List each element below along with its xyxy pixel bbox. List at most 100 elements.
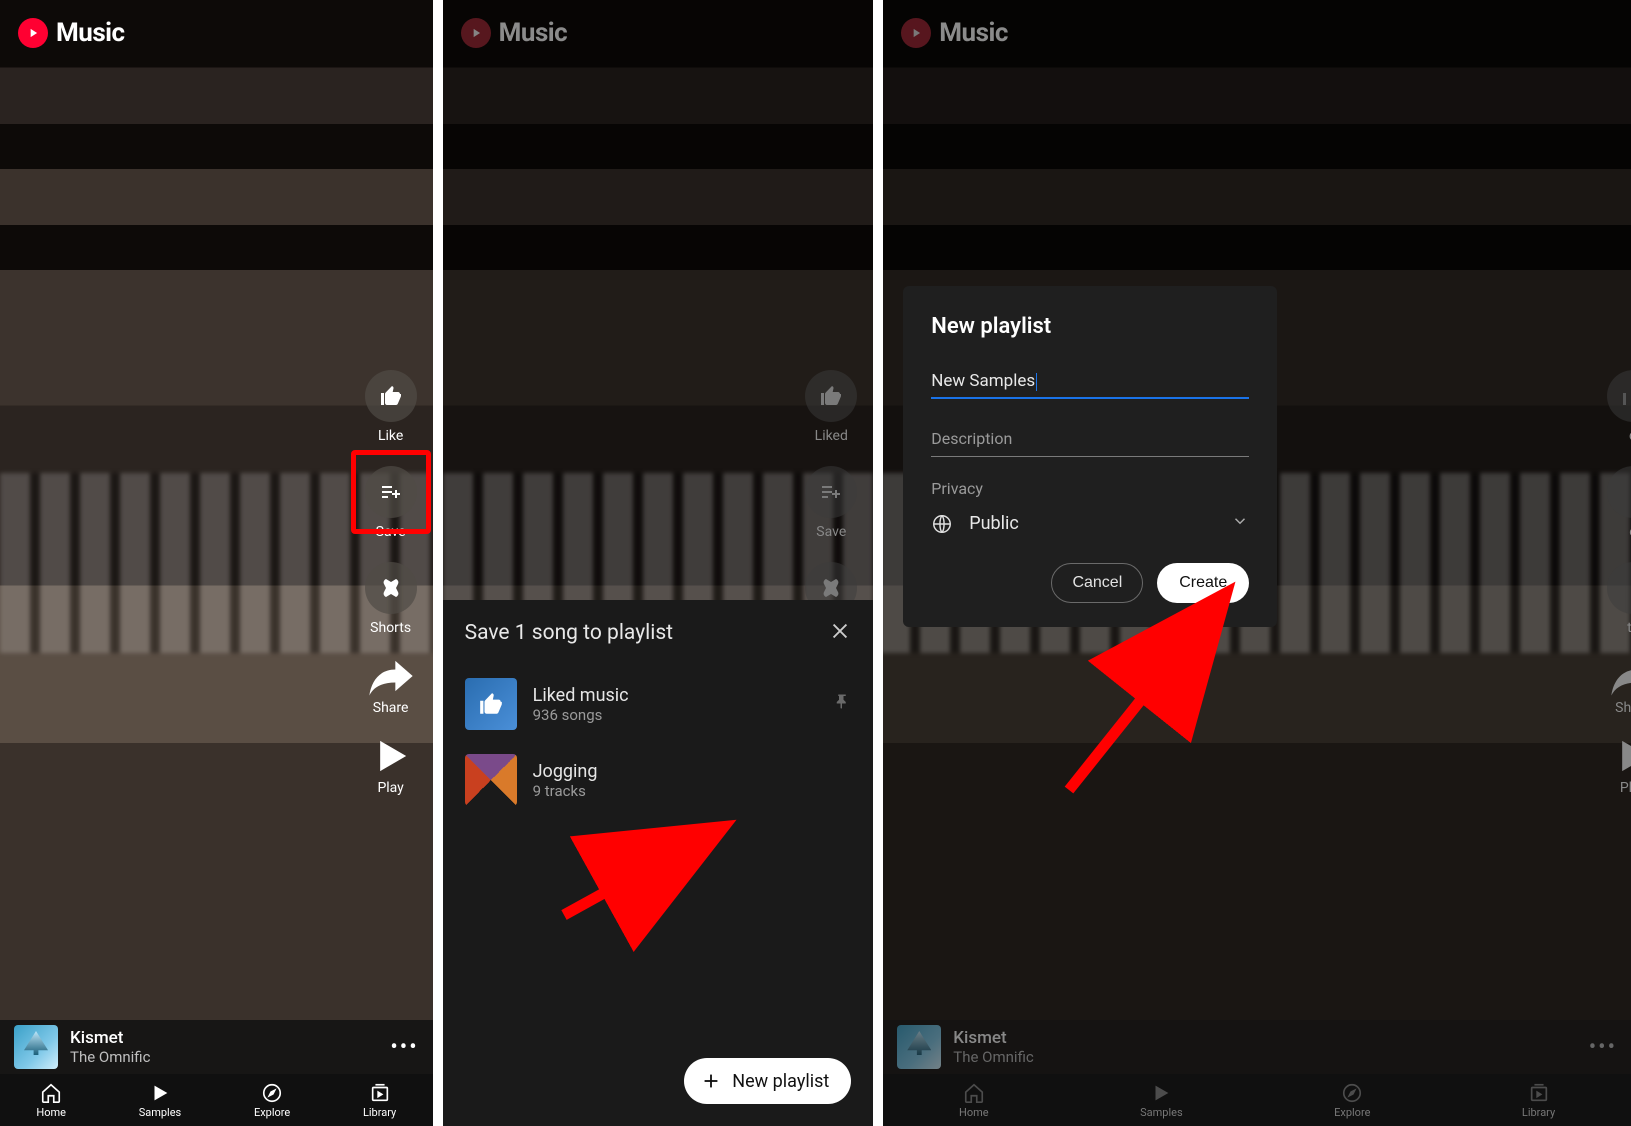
close-button[interactable] [829, 620, 851, 646]
save-button[interactable]: e [1607, 466, 1631, 540]
thumbs-up-icon [379, 384, 403, 408]
privacy-select[interactable]: Public [931, 512, 1249, 535]
now-playing-artist: The Omnific [953, 1048, 1033, 1066]
annotation-highlight-save [351, 450, 431, 534]
description-field[interactable]: Description [931, 421, 1249, 457]
chevron-down-icon [1231, 512, 1249, 535]
nav-home[interactable]: Home [36, 1082, 66, 1119]
pin-icon[interactable] [833, 693, 851, 715]
dialog-title: New playlist [931, 314, 1249, 339]
sheet-title: Save 1 song to playlist [465, 621, 673, 645]
playlist-meta: 936 songs [533, 706, 629, 724]
playlist-row-liked[interactable]: Liked music 936 songs [465, 666, 852, 742]
action-rail: d e ts Share Play [1607, 370, 1631, 796]
app-title: Music [56, 18, 125, 48]
bottom-nav: Home Samples Explore Library [883, 1074, 1631, 1126]
samples-icon [1150, 1082, 1172, 1104]
compass-icon [1341, 1082, 1363, 1104]
nav-library[interactable]: Library [1522, 1082, 1555, 1119]
screen-1: Music Like Save Shorts Share Play Kismet… [0, 0, 433, 1126]
nav-explore-label: Explore [1334, 1106, 1370, 1119]
bottom-nav: Home Samples Explore Library [0, 1074, 433, 1126]
app-logo-icon [461, 18, 491, 48]
new-playlist-label: New playlist [732, 1071, 829, 1092]
nav-library-label: Library [363, 1106, 396, 1119]
playlist-name-field[interactable]: New Samples [931, 367, 1249, 399]
like-label: Like [378, 428, 403, 444]
shorts-label: ts [1627, 620, 1631, 636]
play-icon [1607, 730, 1631, 782]
nav-samples-label: Samples [139, 1106, 182, 1119]
app-title: Music [499, 18, 568, 48]
nav-samples[interactable]: Samples [1140, 1082, 1183, 1119]
play-label: Play [1620, 780, 1631, 796]
samples-icon [149, 1082, 171, 1104]
nav-home-label: Home [959, 1106, 989, 1119]
app-header: Music [901, 18, 1008, 48]
share-icon [1607, 650, 1631, 702]
playlist-thumb [465, 754, 517, 806]
nav-explore[interactable]: Explore [1334, 1082, 1370, 1119]
shorts-icon [819, 576, 843, 600]
nav-samples[interactable]: Samples [139, 1082, 182, 1119]
share-button[interactable]: Share [365, 658, 417, 716]
playlist-add-icon [819, 480, 843, 504]
liked-label: Liked [815, 428, 848, 444]
save-label: Save [816, 524, 846, 540]
screen-3: Music d e ts Share Play New playlist New… [883, 0, 1631, 1126]
share-icon [365, 650, 417, 702]
close-icon [829, 620, 851, 642]
now-playing-bar[interactable]: Kismet The Omnific ••• [0, 1020, 433, 1074]
screen-2: Music Liked Save Save 1 song to playlist [443, 0, 874, 1126]
screen-divider [433, 0, 443, 1126]
nav-home[interactable]: Home [959, 1082, 989, 1119]
shorts-icon [379, 576, 403, 600]
more-icon[interactable]: ••• [1589, 1035, 1617, 1060]
cancel-button[interactable]: Cancel [1051, 563, 1143, 603]
nav-explore[interactable]: Explore [254, 1082, 290, 1119]
now-playing-title: Kismet [70, 1028, 150, 1048]
app-header: Music [18, 18, 125, 48]
nav-home-label: Home [36, 1106, 66, 1119]
liked-button[interactable]: d [1607, 370, 1631, 444]
playlist-meta: 9 tracks [533, 782, 598, 800]
compass-icon [261, 1082, 283, 1104]
app-logo-icon [18, 18, 48, 48]
playlist-name: Liked music [533, 685, 629, 706]
thumbs-up-icon [478, 691, 504, 717]
like-button[interactable]: Like [365, 370, 417, 444]
home-icon [40, 1082, 62, 1104]
play-button[interactable]: Play [365, 738, 417, 796]
more-icon[interactable]: ••• [390, 1035, 418, 1060]
plus-icon [700, 1070, 722, 1092]
shorts-button[interactable]: ts [1607, 562, 1631, 636]
thumbs-up-icon [1621, 384, 1631, 408]
globe-icon [931, 513, 953, 535]
library-icon [1528, 1082, 1550, 1104]
library-icon [369, 1082, 391, 1104]
album-art [897, 1025, 941, 1069]
app-header: Music [461, 18, 568, 48]
share-button[interactable]: Share [1607, 658, 1631, 716]
share-label: Share [373, 700, 409, 716]
shorts-button[interactable]: Shorts [365, 562, 417, 636]
liked-button[interactable]: Liked [805, 370, 857, 444]
playlist-name: Jogging [533, 761, 598, 782]
now-playing-artist: The Omnific [70, 1048, 150, 1066]
playlist-row-jogging[interactable]: Jogging 9 tracks [465, 742, 852, 818]
play-button[interactable]: Play [1607, 738, 1631, 796]
create-button[interactable]: Create [1157, 563, 1249, 603]
home-icon [963, 1082, 985, 1104]
playlist-name-value: New Samples [931, 371, 1035, 391]
now-playing-title: Kismet [953, 1028, 1033, 1048]
now-playing-bar[interactable]: Kismet The Omnific ••• [883, 1020, 1631, 1074]
app-title: Music [939, 18, 1008, 48]
app-logo-icon [901, 18, 931, 48]
nav-library[interactable]: Library [363, 1082, 396, 1119]
screen-divider [873, 0, 883, 1126]
play-label: Play [377, 780, 403, 796]
save-button[interactable]: Save [805, 466, 857, 540]
text-cursor [1036, 373, 1037, 391]
play-icon [365, 730, 417, 782]
new-playlist-button[interactable]: New playlist [684, 1058, 851, 1104]
